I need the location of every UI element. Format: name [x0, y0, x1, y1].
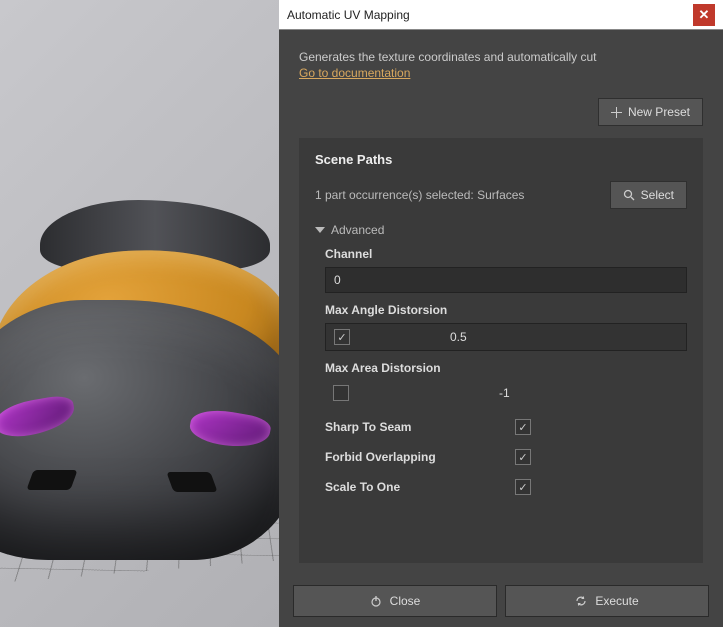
- select-label: Select: [641, 188, 674, 202]
- advanced-section: Channel Max Angle Distorsion Max Area Di…: [315, 247, 687, 495]
- new-preset-label: New Preset: [628, 105, 690, 119]
- plus-icon: [611, 107, 622, 118]
- description-text: Generates the texture coordinates and au…: [299, 50, 703, 64]
- close-icon: ✕: [699, 7, 710, 23]
- close-label: Close: [390, 594, 421, 608]
- refresh-icon: [575, 595, 587, 607]
- advanced-toggle[interactable]: Advanced: [315, 223, 687, 237]
- dialog-close-button[interactable]: ✕: [693, 4, 715, 26]
- selection-status: 1 part occurrence(s) selected: Surfaces: [315, 188, 600, 202]
- dialog-footer: Close Execute: [279, 575, 723, 627]
- scene-paths-heading: Scene Paths: [315, 152, 687, 167]
- search-icon: [623, 189, 635, 201]
- max-area-value: -1: [459, 386, 510, 400]
- power-icon: [370, 595, 382, 607]
- vent-left: [26, 470, 77, 490]
- scale-to-one-checkbox[interactable]: [515, 479, 531, 495]
- viewport-3d[interactable]: [0, 0, 280, 627]
- vent-right: [166, 472, 217, 492]
- advanced-label: Advanced: [331, 223, 384, 237]
- sharp-to-seam-label: Sharp To Seam: [325, 420, 515, 434]
- max-area-label: Max Area Distorsion: [325, 361, 687, 375]
- execute-button[interactable]: Execute: [505, 585, 709, 617]
- channel-input[interactable]: [325, 267, 687, 293]
- forbid-overlapping-checkbox[interactable]: [515, 449, 531, 465]
- max-area-checkbox[interactable]: [333, 385, 349, 401]
- sharp-to-seam-checkbox[interactable]: [515, 419, 531, 435]
- new-preset-button[interactable]: New Preset: [598, 98, 703, 126]
- channel-label: Channel: [325, 247, 687, 261]
- dialog-title: Automatic UV Mapping: [287, 8, 693, 22]
- max-angle-checkbox[interactable]: [334, 329, 350, 345]
- dialog-automatic-uv-mapping: Automatic UV Mapping ✕ Generates the tex…: [279, 0, 723, 627]
- scene-paths-card: Scene Paths 1 part occurrence(s) selecte…: [299, 138, 703, 563]
- scale-to-one-label: Scale To One: [325, 480, 515, 494]
- dialog-titlebar: Automatic UV Mapping ✕: [279, 0, 723, 30]
- select-button[interactable]: Select: [610, 181, 687, 209]
- close-button[interactable]: Close: [293, 585, 497, 617]
- max-angle-input[interactable]: [450, 330, 678, 344]
- dialog-body: Generates the texture coordinates and au…: [279, 30, 723, 575]
- execute-label: Execute: [595, 594, 638, 608]
- documentation-link[interactable]: Go to documentation: [299, 66, 703, 80]
- chevron-down-icon: [315, 227, 325, 233]
- max-angle-label: Max Angle Distorsion: [325, 303, 687, 317]
- forbid-overlapping-label: Forbid Overlapping: [325, 450, 515, 464]
